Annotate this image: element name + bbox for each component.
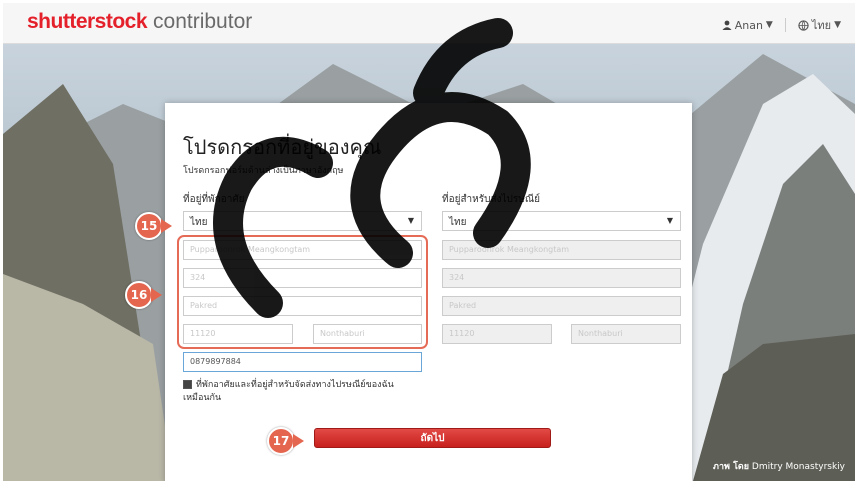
next-button[interactable]: ถัดไป xyxy=(314,428,551,448)
logo-sub: contributor xyxy=(153,10,253,33)
photo-credit-author: Dmitry Monastyrskiy xyxy=(751,462,845,472)
callout-number: 15 xyxy=(135,212,163,240)
residence-country-value: ไทย xyxy=(190,217,208,228)
language-menu[interactable]: ไทย ▼ xyxy=(798,16,841,34)
mailing-country-value: ไทย xyxy=(449,217,467,228)
photo-credit: ภาพ โดย Dmitry Monastyrskiy xyxy=(713,459,845,473)
user-name: Anan xyxy=(734,18,763,32)
page-title: โปรดกรอกที่อยู่ของคุณ xyxy=(183,135,382,159)
mailing-address-label: ที่อยู่สำหรับส่งไปรษณีย์ xyxy=(442,194,540,205)
user-icon xyxy=(722,20,732,30)
language-label: ไทย xyxy=(811,19,832,32)
globe-icon xyxy=(798,19,809,31)
same-address-checkbox[interactable] xyxy=(183,380,192,389)
logo-brand: shutterstock xyxy=(27,10,148,33)
callout-15: 15 xyxy=(135,212,172,240)
page-subtitle: โปรดกรอกฟอร์มด้านล่างเป็นภาษาอังกฤษ xyxy=(183,166,344,176)
residence-country-select[interactable]: ไทย ▼ xyxy=(183,211,422,231)
header-divider xyxy=(784,18,786,32)
mailing-name-field[interactable]: Pupparoonrok Meangkongtam xyxy=(442,240,681,260)
mailing-address-field[interactable]: 324 xyxy=(442,268,681,288)
residence-address-label: ที่อยู่ที่พักอาศัย xyxy=(183,194,245,205)
caret-down-icon: ▼ xyxy=(666,216,673,225)
callout-17: 17 xyxy=(267,427,304,455)
user-menu[interactable]: Anan ▼ xyxy=(722,19,773,32)
same-address-checkbox-row[interactable]: ที่พักอาศัยและที่อยู่สำหรับจัดส่งทางไปรษ… xyxy=(183,379,413,405)
photo-credit-prefix: ภาพ โดย xyxy=(713,462,750,472)
mailing-country-select[interactable]: ไทย ▼ xyxy=(442,211,681,231)
callout-16: 16 xyxy=(125,281,162,309)
mailing-city-field[interactable]: Pakred xyxy=(442,296,681,316)
phone-field[interactable]: 0879897884 xyxy=(183,352,422,372)
callout-arrow-icon xyxy=(151,288,162,302)
chevron-down-icon: ▼ xyxy=(834,20,841,30)
top-header: shutterstock contributor Anan ▼ ไทย ▼ xyxy=(3,3,855,44)
background-photo: โปรดกรอกที่อยู่ของคุณ โปรดกรอกฟอร์มด้านล… xyxy=(3,44,855,481)
mailing-zip-field[interactable]: 11120 xyxy=(442,324,552,344)
page-frame: shutterstock contributor Anan ▼ ไทย ▼ โป… xyxy=(3,3,855,481)
header-menu: Anan ▼ ไทย ▼ xyxy=(722,16,841,34)
callout-arrow-icon xyxy=(161,219,172,233)
address-fields-highlight xyxy=(177,235,428,349)
shutterstock-logo[interactable]: shutterstock contributor xyxy=(27,10,252,34)
callout-number: 17 xyxy=(267,427,295,455)
same-address-label: ที่พักอาศัยและที่อยู่สำหรับจัดส่งทางไปรษ… xyxy=(183,380,394,403)
mailing-province-field[interactable]: Nonthaburi xyxy=(571,324,681,344)
callout-number: 16 xyxy=(125,281,153,309)
caret-down-icon: ▼ xyxy=(407,216,414,225)
address-form-card: โปรดกรอกที่อยู่ของคุณ โปรดกรอกฟอร์มด้านล… xyxy=(165,103,692,481)
chevron-down-icon: ▼ xyxy=(765,20,773,30)
callout-arrow-icon xyxy=(293,434,304,448)
